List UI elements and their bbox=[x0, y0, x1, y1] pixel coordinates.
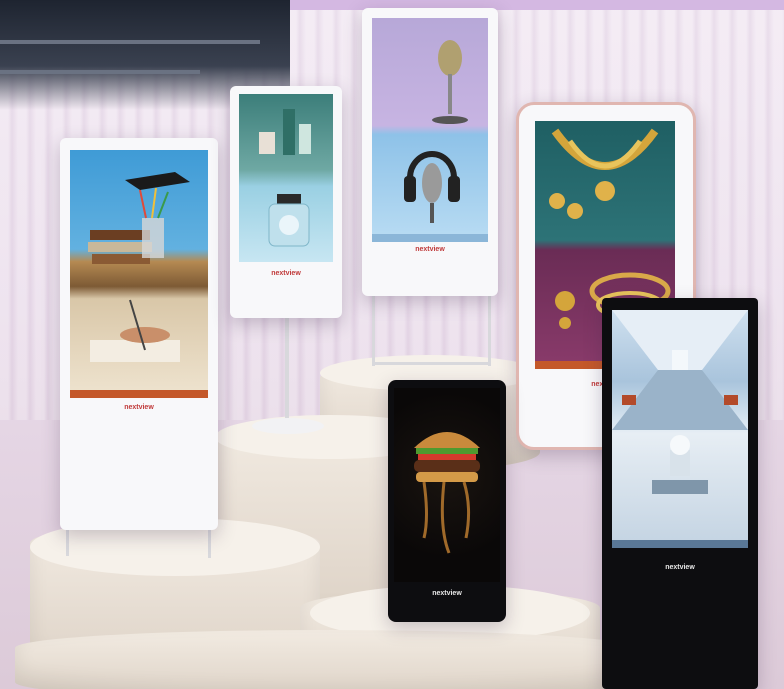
screen-microphone bbox=[372, 18, 488, 242]
hospital-image bbox=[612, 310, 748, 494]
burger-image bbox=[414, 432, 480, 554]
stand-frame bbox=[372, 362, 491, 365]
stand-pole bbox=[285, 318, 289, 428]
screen-burger bbox=[394, 388, 500, 582]
display-burger: nextview bbox=[388, 380, 506, 622]
screen-caption bbox=[70, 390, 208, 398]
display-hospital: nextview bbox=[602, 298, 758, 689]
screen-perfume bbox=[239, 94, 333, 262]
display-perfume: nextview bbox=[230, 86, 342, 318]
education-image bbox=[88, 172, 190, 362]
microphone-image bbox=[404, 40, 468, 223]
product-scene: nextview nextview nextview nextview next… bbox=[0, 0, 784, 689]
stand-base bbox=[252, 418, 324, 434]
podium-base bbox=[15, 630, 635, 689]
stand-frame bbox=[372, 296, 375, 366]
brand-logo: nextview bbox=[271, 270, 301, 277]
brand-logo: nextview bbox=[432, 590, 462, 597]
screen-caption bbox=[372, 234, 488, 242]
stand-frame bbox=[488, 296, 491, 366]
screen-caption bbox=[612, 540, 748, 548]
perfume-image bbox=[259, 109, 311, 247]
brand-logo: nextview bbox=[665, 564, 695, 571]
brand-logo: nextview bbox=[124, 404, 154, 411]
screen-education bbox=[70, 150, 208, 398]
screen-hospital bbox=[612, 310, 748, 548]
display-education: nextview bbox=[60, 138, 218, 530]
display-microphone: nextview bbox=[362, 8, 498, 296]
brand-logo: nextview bbox=[415, 246, 445, 253]
